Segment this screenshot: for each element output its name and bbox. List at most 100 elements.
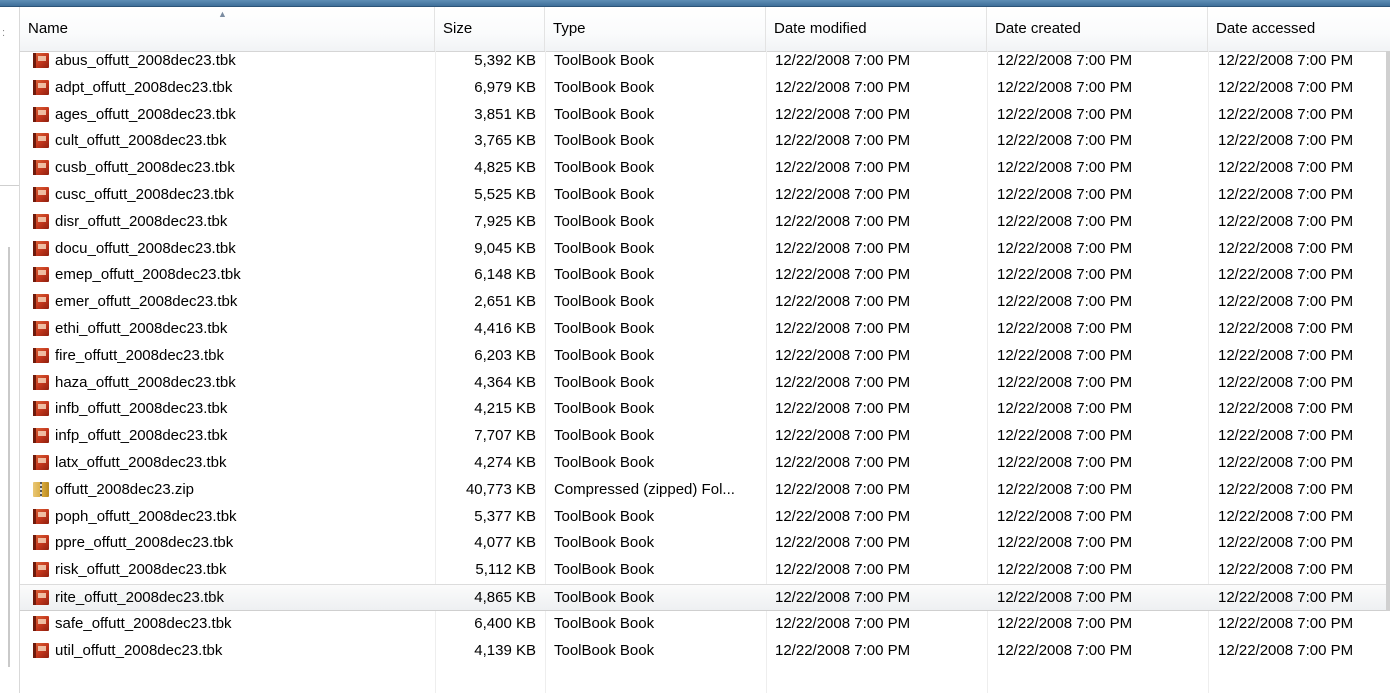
file-size: 5,112 KB <box>475 561 536 579</box>
file-date-modified-cell: 12/22/2008 7:00 PM <box>775 504 987 531</box>
file-row[interactable]: cusc_offutt_2008dec23.tbk 5,525 KB ToolBoo… <box>20 182 1390 209</box>
file-name: cusc_offutt_2008dec23.tbk <box>55 185 235 203</box>
file-size-cell: 3,765 KB <box>440 128 536 155</box>
column-header-name[interactable]: Name ▲ <box>20 7 435 51</box>
explorer-window: : Name ▲ Size Type Date modified Date cr… <box>0 0 1390 693</box>
file-type-cell: ToolBook Book <box>554 75 766 102</box>
file-date-modified: 12/22/2008 7:00 PM <box>775 319 911 337</box>
file-row[interactable]: risk_offutt_2008dec23.tbk 5,112 KB ToolBoo… <box>20 557 1390 584</box>
file-row[interactable]: util_offutt_2008dec23.tbk 4,139 KB ToolBoo… <box>20 638 1390 665</box>
file-date-accessed-cell: 12/22/2008 7:00 PM <box>1218 262 1390 289</box>
file-date-created: 12/22/2008 7:00 PM <box>997 52 1133 69</box>
file-row[interactable]: cult_offutt_2008dec23.tbk 3,765 KB ToolBoo… <box>20 128 1390 155</box>
file-type-cell: ToolBook Book <box>554 530 766 557</box>
file-row[interactable]: docu_offutt_2008dec23.tbk 9,045 KB ToolBoo… <box>20 236 1390 263</box>
file-name-cell: offutt_2008dec23.zip <box>33 477 433 504</box>
file-row[interactable]: abus_offutt_2008dec23.tbk 5,392 KB ToolBoo… <box>20 48 1390 75</box>
file-row[interactable]: adpt_offutt_2008dec23.tbk 6,979 KB ToolBoo… <box>20 75 1390 102</box>
file-date-modified-cell: 12/22/2008 7:00 PM <box>775 611 987 638</box>
file-row[interactable]: haza_offutt_2008dec23.tbk 4,364 KB ToolBoo… <box>20 370 1390 397</box>
column-header-date-created[interactable]: Date created <box>987 7 1208 51</box>
file-date-created: 12/22/2008 7:00 PM <box>997 480 1133 498</box>
file-date-modified-cell: 12/22/2008 7:00 PM <box>775 155 987 182</box>
file-type: ToolBook Book <box>554 78 655 96</box>
column-header-date-modified[interactable]: Date modified <box>766 7 987 51</box>
file-size-cell: 4,077 KB <box>440 530 536 557</box>
file-row[interactable]: emep_offutt_2008dec23.tbk 6,148 KB ToolBoo… <box>20 262 1390 289</box>
file-date-modified-cell: 12/22/2008 7:00 PM <box>775 557 987 584</box>
file-type-cell: ToolBook Book <box>554 585 766 610</box>
file-size: 4,416 KB <box>474 319 536 337</box>
file-row[interactable]: ages_offutt_2008dec23.tbk 3,851 KB ToolBoo… <box>20 102 1390 129</box>
file-date-created-cell: 12/22/2008 7:00 PM <box>997 450 1209 477</box>
file-date-created-cell: 12/22/2008 7:00 PM <box>997 48 1209 75</box>
file-row[interactable]: infb_offutt_2008dec23.tbk 4,215 KB ToolBoo… <box>20 396 1390 423</box>
file-date-accessed-cell: 12/22/2008 7:00 PM <box>1218 557 1390 584</box>
file-date-modified: 12/22/2008 7:00 PM <box>775 614 911 632</box>
nav-scrollbar[interactable] <box>8 247 10 667</box>
column-header-date-accessed[interactable]: Date accessed <box>1208 7 1390 51</box>
file-date-created: 12/22/2008 7:00 PM <box>997 105 1133 123</box>
file-size: 4,364 KB <box>474 373 536 391</box>
file-date-modified-cell: 12/22/2008 7:00 PM <box>775 638 987 665</box>
file-row[interactable]: ethi_offutt_2008dec23.tbk 4,416 KB ToolBoo… <box>20 316 1390 343</box>
file-type-cell: ToolBook Book <box>554 638 766 665</box>
file-type: Compressed (zipped) Fol... <box>554 480 735 498</box>
file-date-accessed: 12/22/2008 7:00 PM <box>1218 588 1354 606</box>
file-date-modified: 12/22/2008 7:00 PM <box>775 132 911 150</box>
file-type: ToolBook Book <box>554 239 655 257</box>
file-date-accessed-cell: 12/22/2008 7:00 PM <box>1218 289 1390 316</box>
navigation-pane[interactable]: : <box>0 7 20 693</box>
toolbook-file-icon <box>33 213 49 229</box>
file-name-cell: emep_offutt_2008dec23.tbk <box>33 262 433 289</box>
file-date-accessed-cell: 12/22/2008 7:00 PM <box>1218 236 1390 263</box>
file-name-cell: fire_offutt_2008dec23.tbk <box>33 343 433 370</box>
column-header-type-label: Type <box>553 20 586 37</box>
vertical-scrollbar[interactable] <box>1386 51 1390 611</box>
file-date-modified-cell: 12/22/2008 7:00 PM <box>775 530 987 557</box>
file-name: ages_offutt_2008dec23.tbk <box>55 105 236 123</box>
file-date-accessed: 12/22/2008 7:00 PM <box>1218 453 1354 471</box>
file-size: 4,825 KB <box>474 159 536 177</box>
file-row[interactable]: infp_offutt_2008dec23.tbk 7,707 KB ToolBoo… <box>20 423 1390 450</box>
column-header-type[interactable]: Type <box>545 7 766 51</box>
file-name: safe_offutt_2008dec23.tbk <box>55 614 232 632</box>
file-size-cell: 6,400 KB <box>440 611 536 638</box>
file-date-accessed: 12/22/2008 7:00 PM <box>1218 212 1354 230</box>
file-row[interactable]: poph_offutt_2008dec23.tbk 5,377 KB ToolBoo… <box>20 504 1390 531</box>
file-name: haza_offutt_2008dec23.tbk <box>55 373 236 391</box>
file-row[interactable]: emer_offutt_2008dec23.tbk 2,651 KB ToolBoo… <box>20 289 1390 316</box>
file-type: ToolBook Book <box>554 400 655 418</box>
file-date-created-cell: 12/22/2008 7:00 PM <box>997 236 1209 263</box>
file-type-cell: ToolBook Book <box>554 289 766 316</box>
file-row[interactable]: disr_offutt_2008dec23.tbk 7,925 KB ToolBoo… <box>20 209 1390 236</box>
file-type: ToolBook Book <box>554 373 655 391</box>
file-row[interactable]: latx_offutt_2008dec23.tbk 4,274 KB ToolBoo… <box>20 450 1390 477</box>
column-header-size[interactable]: Size <box>435 7 545 51</box>
file-row[interactable]: safe_offutt_2008dec23.tbk 6,400 KB ToolBoo… <box>20 611 1390 638</box>
file-type: ToolBook Book <box>554 534 655 552</box>
file-date-modified: 12/22/2008 7:00 PM <box>775 373 911 391</box>
file-row[interactable]: offutt_2008dec23.zip 40,773 KB Compressed … <box>20 477 1390 504</box>
file-name-cell: risk_offutt_2008dec23.tbk <box>33 557 433 584</box>
file-size-cell: 4,865 KB <box>440 585 536 610</box>
file-size: 3,851 KB <box>474 105 536 123</box>
toolbook-file-icon <box>33 454 49 470</box>
file-row[interactable]: rite_offutt_2008dec23.tbk 4,865 KB ToolBoo… <box>20 583 1390 611</box>
file-row[interactable]: cusb_offutt_2008dec23.tbk 4,825 KB ToolBoo… <box>20 155 1390 182</box>
pane-collapse-grip-icon[interactable]: : <box>2 27 5 39</box>
file-size: 4,865 KB <box>474 588 536 606</box>
column-header-date-accessed-label: Date accessed <box>1216 20 1316 37</box>
file-row[interactable]: ppre_offutt_2008dec23.tbk 4,077 KB ToolBoo… <box>20 530 1390 557</box>
toolbook-file-icon <box>33 347 49 363</box>
file-size-cell: 6,203 KB <box>440 343 536 370</box>
file-size: 4,274 KB <box>474 453 536 471</box>
file-type: ToolBook Book <box>554 641 655 659</box>
file-date-created: 12/22/2008 7:00 PM <box>997 614 1133 632</box>
file-name-cell: cult_offutt_2008dec23.tbk <box>33 128 433 155</box>
file-name: docu_offutt_2008dec23.tbk <box>55 239 236 257</box>
file-name-cell: safe_offutt_2008dec23.tbk <box>33 611 433 638</box>
file-name-cell: docu_offutt_2008dec23.tbk <box>33 236 433 263</box>
file-row[interactable]: fire_offutt_2008dec23.tbk 6,203 KB ToolBoo… <box>20 343 1390 370</box>
file-type-cell: ToolBook Book <box>554 370 766 397</box>
